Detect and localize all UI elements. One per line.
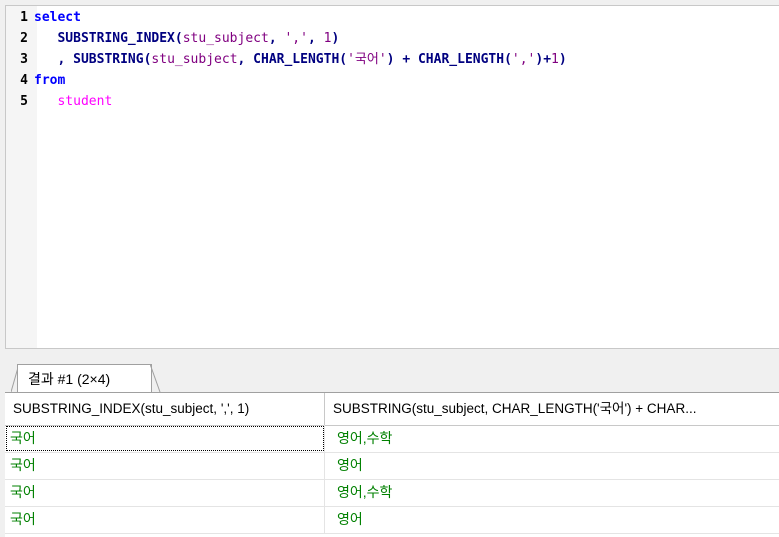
table-cell[interactable]: 국어 (5, 425, 325, 452)
line-number: 4 (20, 73, 28, 88)
code-token: ) + (386, 52, 418, 67)
code-token: CHAR_LENGTH (417, 52, 505, 67)
code-token: ( (504, 52, 512, 67)
code-token: ) (558, 52, 567, 67)
code-token: from (34, 73, 66, 88)
table-row[interactable]: 국어 영어 (5, 452, 779, 480)
code-line[interactable]: 5 student (6, 94, 112, 110)
tab-result-1[interactable]: 결과 #1 (2×4) (17, 364, 152, 392)
code-token: , (307, 31, 324, 46)
table-row[interactable]: 국어 영어,수학 (5, 479, 779, 507)
code-line[interactable]: 1 select (6, 10, 81, 26)
code-token: SUBSTRING_INDEX (57, 31, 175, 46)
line-number: 2 (20, 31, 28, 46)
code-token: stu_subject (151, 52, 238, 67)
table-cell[interactable]: 영어,수학 (325, 425, 779, 452)
code-line[interactable]: 2 SUBSTRING_INDEX(stu_subject, ',', 1) (6, 31, 339, 47)
code-line[interactable]: 3 , SUBSTRING(stu_subject, CHAR_LENGTH('… (6, 52, 567, 68)
column-header-substring-index[interactable]: SUBSTRING_INDEX(stu_subject, ',', 1) (5, 393, 325, 425)
table-cell[interactable]: 영어,수학 (325, 479, 779, 506)
table-row[interactable]: 국어 영어 (5, 506, 779, 534)
code-token: student (57, 94, 113, 109)
code-token: ( (174, 31, 183, 46)
code-token: ',' (284, 31, 308, 46)
result-tab-bar: 결과 #1 (2×4) (5, 348, 779, 393)
table-cell[interactable]: 영어 (325, 506, 779, 533)
line-number: 1 (20, 10, 28, 25)
code-token: , (268, 31, 285, 46)
code-token: )+ (535, 52, 552, 67)
results-grid[interactable]: SUBSTRING_INDEX(stu_subject, ',', 1) SUB… (5, 392, 779, 537)
code-token: '국어' (347, 52, 387, 67)
table-cell[interactable]: 영어 (325, 452, 779, 479)
code-token: ) (331, 31, 340, 46)
code-token: CHAR_LENGTH (253, 52, 340, 67)
code-token: SUBSTRING (73, 52, 144, 67)
code-token: ',' (511, 52, 536, 67)
line-number: 5 (20, 94, 28, 109)
column-header-substring[interactable]: SUBSTRING(stu_subject, CHAR_LENGTH('국어')… (325, 393, 779, 425)
line-number: 3 (20, 52, 28, 67)
code-token: 1 (551, 52, 559, 67)
table-row[interactable]: 국어 영어,수학 (5, 425, 779, 453)
code-token: stu_subject (182, 31, 269, 46)
code-token: , (34, 52, 74, 67)
code-token: ( (339, 52, 348, 67)
table-cell[interactable]: 국어 (5, 479, 325, 506)
code-line[interactable]: 4 from (6, 73, 65, 89)
sql-editor[interactable]: 1 select 2 SUBSTRING_INDEX(stu_subject, ',… (5, 5, 779, 348)
table-cell[interactable]: 국어 (5, 452, 325, 479)
code-token: , (237, 52, 254, 67)
code-token: select (34, 10, 81, 25)
grid-header: SUBSTRING_INDEX(stu_subject, ',', 1) SUB… (5, 393, 779, 426)
table-cell[interactable]: 국어 (5, 506, 325, 533)
tab-right-edge (150, 364, 161, 392)
